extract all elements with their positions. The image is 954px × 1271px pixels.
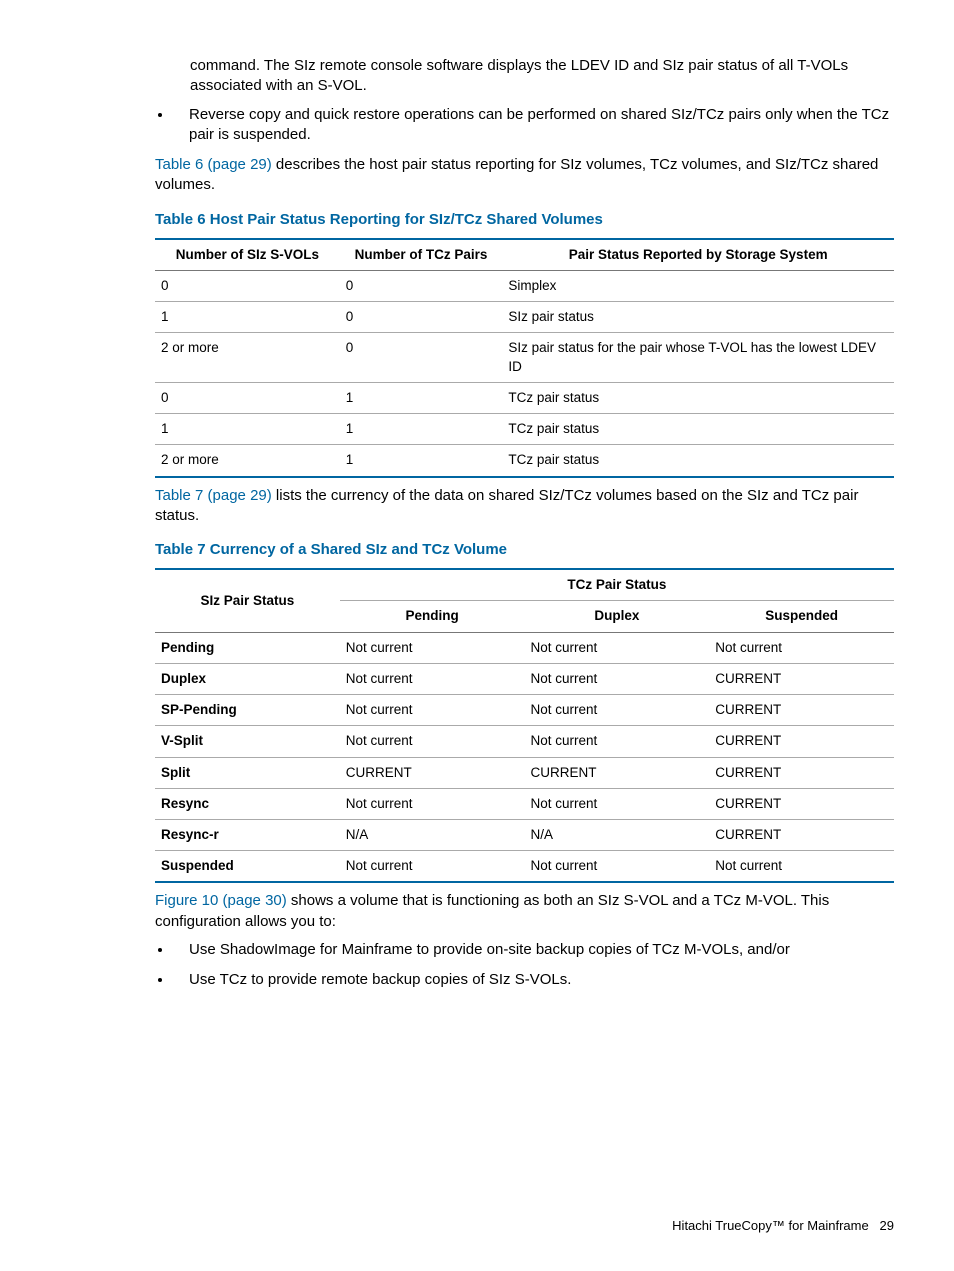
cell: 2 or more <box>155 333 340 382</box>
page-footer: Hitachi TrueCopy™ for Mainframe 29 <box>672 1217 894 1235</box>
cell: Not current <box>525 632 710 663</box>
table-row: Resync-rN/AN/ACURRENT <box>155 820 894 851</box>
cell: CURRENT <box>709 695 894 726</box>
cell: Not current <box>525 851 710 883</box>
table-row: PendingNot currentNot currentNot current <box>155 632 894 663</box>
cell: Not current <box>709 851 894 883</box>
table-row: ResyncNot currentNot currentCURRENT <box>155 788 894 819</box>
figure10-lead-paragraph: Figure 10 (page 30) shows a volume that … <box>155 891 894 932</box>
row-label: V-Split <box>155 726 340 757</box>
cell: TCz pair status <box>502 382 894 413</box>
cell: 0 <box>340 270 503 301</box>
table7-lead-paragraph: Table 7 (page 29) lists the currency of … <box>155 486 894 527</box>
cell: 0 <box>340 302 503 333</box>
footer-title: Hitachi TrueCopy™ for Mainframe <box>672 1218 869 1233</box>
table6-reference-link[interactable]: Table 6 (page 29) <box>155 156 272 173</box>
outro-bullets: Use ShadowImage for Mainframe to provide… <box>155 940 894 991</box>
cell: Not current <box>709 632 894 663</box>
cell: 0 <box>340 333 503 382</box>
cell: CURRENT <box>709 788 894 819</box>
cell: Not current <box>525 695 710 726</box>
table7-header-row-1: SIz Pair Status TCz Pair Status <box>155 569 894 601</box>
intro-bullets: Reverse copy and quick restore operation… <box>155 105 894 146</box>
page: command. The SIz remote console software… <box>0 0 954 1271</box>
table7-subheader-suspended: Suspended <box>709 601 894 632</box>
row-label: Duplex <box>155 663 340 694</box>
row-label: Split <box>155 757 340 788</box>
cell: Not current <box>340 695 525 726</box>
cell: N/A <box>340 820 525 851</box>
table-row: SP-PendingNot currentNot currentCURRENT <box>155 695 894 726</box>
cell: SIz pair status <box>502 302 894 333</box>
cell: Not current <box>340 726 525 757</box>
cell: Not current <box>340 788 525 819</box>
table6-header-status: Pair Status Reported by Storage System <box>502 239 894 271</box>
cell: 0 <box>155 270 340 301</box>
table6-caption: Table 6 Host Pair Status Reporting for S… <box>155 210 894 230</box>
table-row: 2 or more0SIz pair status for the pair w… <box>155 333 894 382</box>
row-label: Pending <box>155 632 340 663</box>
table6: Number of SIz S-VOLs Number of TCz Pairs… <box>155 238 894 478</box>
table7-header-siz: SIz Pair Status <box>155 569 340 632</box>
intro-bullet-item: Reverse copy and quick restore operation… <box>173 105 894 146</box>
content-area: command. The SIz remote console software… <box>155 56 894 990</box>
cell: Not current <box>340 851 525 883</box>
outro-bullet-item: Use TCz to provide remote backup copies … <box>173 970 894 990</box>
cell: CURRENT <box>525 757 710 788</box>
table-row: 10SIz pair status <box>155 302 894 333</box>
cell: Simplex <box>502 270 894 301</box>
cell: N/A <box>525 820 710 851</box>
table7: SIz Pair Status TCz Pair Status Pending … <box>155 568 894 883</box>
cell: CURRENT <box>709 726 894 757</box>
cell: 1 <box>155 414 340 445</box>
table-row: 00Simplex <box>155 270 894 301</box>
table6-header-row: Number of SIz S-VOLs Number of TCz Pairs… <box>155 239 894 271</box>
table7-reference-link[interactable]: Table 7 (page 29) <box>155 487 272 504</box>
table-row: SplitCURRENTCURRENTCURRENT <box>155 757 894 788</box>
table-row: 2 or more1TCz pair status <box>155 445 894 477</box>
table6-header-tczpairs: Number of TCz Pairs <box>340 239 503 271</box>
cell: Not current <box>525 663 710 694</box>
cell: TCz pair status <box>502 445 894 477</box>
cell: 1 <box>340 382 503 413</box>
row-label: Resync <box>155 788 340 819</box>
table-row: 01TCz pair status <box>155 382 894 413</box>
table7-caption: Table 7 Currency of a Shared SIz and TCz… <box>155 540 894 560</box>
figure10-reference-link[interactable]: Figure 10 (page 30) <box>155 892 287 909</box>
table-row: 11TCz pair status <box>155 414 894 445</box>
cell: Not current <box>340 663 525 694</box>
outro-bullet-item: Use ShadowImage for Mainframe to provide… <box>173 940 894 960</box>
cell: 1 <box>155 302 340 333</box>
cell: CURRENT <box>340 757 525 788</box>
table7-header-tcz: TCz Pair Status <box>340 569 894 601</box>
table-row: DuplexNot currentNot currentCURRENT <box>155 663 894 694</box>
table-row: V-SplitNot currentNot currentCURRENT <box>155 726 894 757</box>
cell: 2 or more <box>155 445 340 477</box>
cell: CURRENT <box>709 757 894 788</box>
table7-subheader-duplex: Duplex <box>525 601 710 632</box>
cell: CURRENT <box>709 820 894 851</box>
row-label: Resync-r <box>155 820 340 851</box>
cell: SIz pair status for the pair whose T-VOL… <box>502 333 894 382</box>
table6-lead-paragraph: Table 6 (page 29) describes the host pai… <box>155 155 894 196</box>
cell: TCz pair status <box>502 414 894 445</box>
cell: Not current <box>525 788 710 819</box>
cell: Not current <box>525 726 710 757</box>
table7-subheader-pending: Pending <box>340 601 525 632</box>
footer-page-number: 29 <box>880 1218 894 1233</box>
table-row: SuspendedNot currentNot currentNot curre… <box>155 851 894 883</box>
continuation-paragraph: command. The SIz remote console software… <box>190 56 894 97</box>
table6-header-svols: Number of SIz S-VOLs <box>155 239 340 271</box>
cell: Not current <box>340 632 525 663</box>
row-label: Suspended <box>155 851 340 883</box>
cell: 0 <box>155 382 340 413</box>
cell: 1 <box>340 445 503 477</box>
row-label: SP-Pending <box>155 695 340 726</box>
cell: 1 <box>340 414 503 445</box>
cell: CURRENT <box>709 663 894 694</box>
